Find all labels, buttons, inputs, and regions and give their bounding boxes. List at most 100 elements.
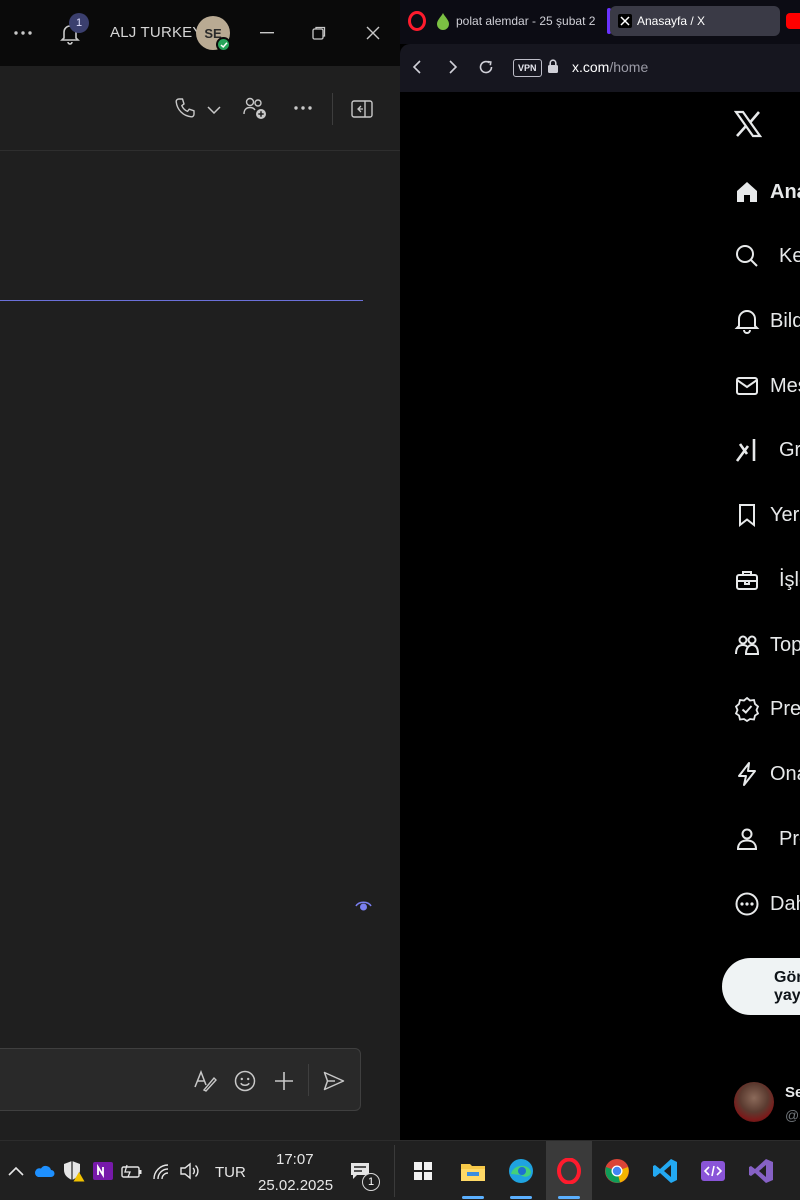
wifi-icon[interactable] [150, 1159, 174, 1183]
mail-icon [725, 366, 760, 406]
profile-avatar[interactable] [734, 1082, 774, 1122]
opera-icon[interactable] [546, 1141, 592, 1200]
plus-icon[interactable] [272, 1069, 296, 1093]
tab-label: Anasayfa / X [637, 14, 706, 28]
tab-label: polat alemdar - 25 şubat 2 [456, 14, 596, 28]
verified-icon [725, 689, 760, 729]
chevron-up-icon[interactable] [4, 1159, 28, 1183]
reload-icon[interactable] [478, 59, 494, 75]
edge-icon[interactable] [498, 1141, 544, 1200]
nav-label: Bildirimler [770, 309, 800, 332]
vscode-icon[interactable] [642, 1141, 688, 1200]
tab-polat-alemdar[interactable]: polat alemdar - 25 şubat 2 [430, 6, 600, 36]
nav-more[interactable]: Daha fazla [725, 884, 800, 924]
minimize-icon[interactable] [256, 22, 278, 44]
browser-window: polat alemdar - 25 şubat 2 Anasayfa / X … [400, 0, 800, 1140]
presence-available-icon [216, 37, 231, 52]
unread-divider [0, 300, 363, 301]
nav-grok[interactable]: Grok [725, 430, 800, 470]
security-warning-icon[interactable] [62, 1159, 86, 1183]
nav-label: Keşfet [779, 244, 800, 267]
nav-premium[interactable]: Premium [725, 689, 800, 729]
nav-verified-orgs[interactable]: Onaylı Kuruluşlar [725, 754, 800, 794]
more-options-icon[interactable] [291, 100, 315, 116]
tab-x-home[interactable]: Anasayfa / X [610, 6, 780, 36]
more-icon[interactable] [12, 22, 34, 44]
browser-toolbar: VPN x.com/home [400, 44, 800, 92]
emoji-icon[interactable] [233, 1069, 257, 1093]
nav-label: Topluluklar [770, 633, 800, 656]
bookmark-icon [725, 495, 760, 535]
input-language[interactable]: TUR [215, 1164, 246, 1181]
desktop: 1 ALJ TURKEY SE polat alemdar - 25 şubat… [0, 0, 800, 1200]
header-divider [332, 93, 333, 125]
youtube-favicon-icon[interactable] [786, 13, 800, 29]
file-explorer-icon[interactable] [450, 1141, 496, 1200]
clock-date[interactable]: 25.02.2025 [258, 1177, 333, 1194]
people-icon [725, 625, 760, 665]
battery-icon[interactable] [120, 1159, 144, 1183]
onenote-icon[interactable] [91, 1159, 115, 1183]
vpn-badge[interactable]: VPN [513, 59, 542, 77]
clock-time[interactable]: 17:07 [276, 1151, 314, 1168]
profile-name[interactable]: Se [785, 1084, 800, 1101]
send-icon[interactable] [322, 1069, 346, 1093]
eye-icon [355, 899, 372, 913]
teams-titlebar: 1 ALJ TURKEY SE [0, 0, 400, 66]
nav-label: Daha fazla [770, 892, 800, 915]
opera-logo-icon[interactable] [408, 11, 426, 31]
home-icon [725, 172, 760, 212]
close-icon[interactable] [362, 22, 384, 44]
nav-notifications[interactable]: Bildirimler [725, 301, 800, 341]
taskbar: TUR 17:07 25.02.2025 1 [0, 1140, 800, 1200]
post-button[interactable]: Gönderi yayınla [722, 958, 800, 1015]
restore-icon[interactable] [308, 22, 330, 44]
nav-communities[interactable]: Topluluklar [725, 625, 800, 665]
notification-count-badge: 1 [362, 1173, 380, 1191]
address-bar[interactable]: x.com/home [572, 59, 648, 75]
chevron-down-icon[interactable] [204, 100, 224, 120]
nav-label: Profil [779, 827, 800, 850]
volume-icon[interactable] [178, 1159, 202, 1183]
windows-start-icon[interactable] [400, 1141, 446, 1200]
nav-home[interactable]: Anasayfa [725, 172, 800, 212]
browser-tab-strip: polat alemdar - 25 şubat 2 Anasayfa / X [400, 0, 800, 44]
forward-icon[interactable] [448, 60, 458, 74]
nav-label: Premium [770, 697, 800, 720]
back-icon[interactable] [412, 60, 422, 74]
search-icon [725, 236, 769, 276]
url-path: /home [609, 59, 649, 75]
drop-favicon-icon [436, 12, 450, 30]
running-indicator [462, 1196, 484, 1199]
visual-studio-icon[interactable] [738, 1141, 784, 1200]
nav-label: İşler [779, 568, 800, 591]
notification-badge: 1 [69, 13, 89, 33]
x-logo-icon[interactable] [734, 110, 762, 138]
open-panel-icon[interactable] [349, 97, 375, 121]
nav-profile[interactable]: Profil [725, 819, 800, 859]
onedrive-icon[interactable] [32, 1159, 56, 1183]
add-people-icon[interactable] [241, 94, 269, 122]
message-compose-box[interactable] [0, 1048, 361, 1111]
person-icon [725, 819, 769, 859]
dev-tools-icon[interactable] [690, 1141, 736, 1200]
nav-jobs[interactable]: İşler [725, 560, 800, 600]
account-name[interactable]: ALJ TURKEY [110, 24, 203, 41]
bell-icon [725, 301, 760, 341]
more-circle-icon [725, 884, 760, 924]
nav-label: Onaylı Kuruluşlar [770, 762, 800, 785]
nav-bookmarks[interactable]: Yer işaretleri [725, 495, 800, 535]
profile-handle: @s [785, 1107, 800, 1123]
nav-explore[interactable]: Keşfet [725, 236, 800, 276]
running-indicator [510, 1196, 532, 1199]
nav-messages[interactable]: Mesajlar [725, 366, 800, 406]
format-icon[interactable] [192, 1068, 218, 1094]
chrome-icon[interactable] [594, 1141, 640, 1200]
teams-window: 1 ALJ TURKEY SE [0, 0, 400, 1140]
chat-header [0, 66, 400, 151]
lock-icon[interactable] [547, 59, 559, 74]
running-indicator [558, 1196, 580, 1199]
phone-icon[interactable] [172, 95, 198, 121]
nav-label: Mesajlar [770, 374, 800, 397]
nav-label: Anasayfa [770, 180, 800, 203]
